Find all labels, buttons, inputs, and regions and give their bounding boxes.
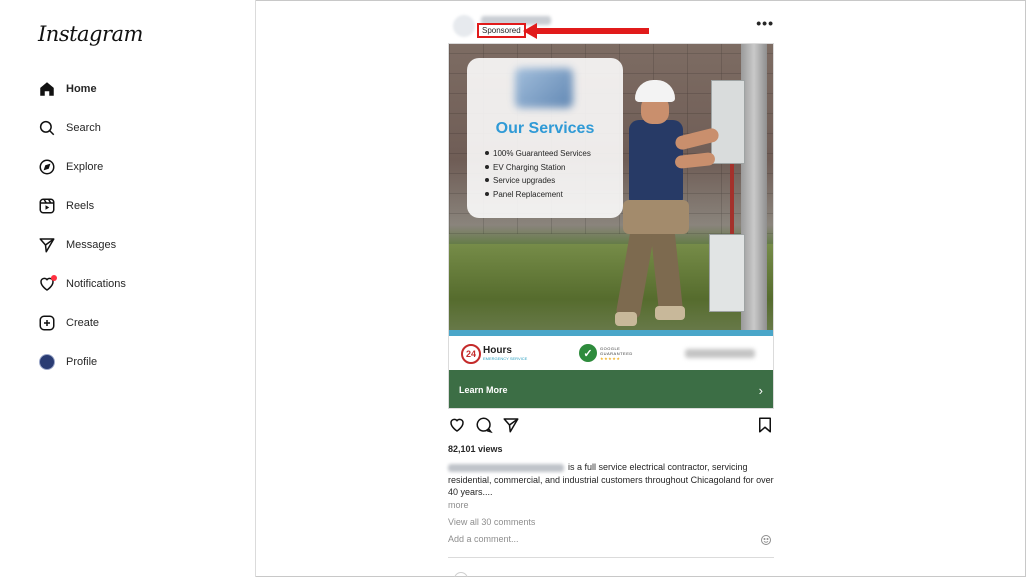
post-author-avatar[interactable]: [453, 15, 475, 37]
avatar: [38, 353, 56, 371]
hours-number: 24: [461, 344, 481, 364]
share-button[interactable]: [501, 415, 521, 435]
comment-icon: [476, 417, 493, 434]
post-header: Sponsored •••: [447, 12, 774, 39]
paper-plane-icon: [38, 236, 56, 254]
home-icon: [38, 80, 56, 98]
company-logo: [515, 68, 573, 108]
like-button[interactable]: [447, 415, 467, 435]
hours-sub: EMERGENCY SERVICE: [483, 356, 528, 361]
post-actions: [447, 415, 774, 437]
services-list: 100% Guaranteed Services EV Charging Sta…: [485, 147, 591, 201]
save-button[interactable]: [755, 415, 775, 435]
sidebar-item-explore[interactable]: Explore: [38, 155, 103, 179]
service-item: EV Charging Station: [485, 161, 591, 175]
sidebar-item-label: Home: [66, 83, 97, 95]
hours-label: Hours: [483, 345, 512, 356]
checkmark-icon: ✓: [579, 344, 597, 362]
sidebar-item-label: Reels: [66, 200, 95, 212]
heart-icon: [450, 418, 464, 432]
sponsored-label: Sponsored: [477, 23, 526, 38]
post-media[interactable]: Our Services 100% Guaranteed Services EV…: [448, 43, 774, 409]
learn-more-label: Learn More: [459, 385, 508, 395]
ad-photo: Our Services 100% Guaranteed Services EV…: [449, 44, 773, 336]
sidebar-item-notifications[interactable]: Notifications: [38, 272, 126, 296]
sidebar-item-label: Messages: [66, 239, 117, 251]
sidebar-item-profile[interactable]: Profile: [38, 350, 97, 374]
service-item: Panel Replacement: [485, 188, 591, 202]
post-divider: [448, 557, 774, 558]
reels-icon: [38, 197, 56, 215]
sidebar-item-create[interactable]: Create: [38, 311, 99, 335]
comment-button[interactable]: [474, 415, 494, 435]
sidebar-item-search[interactable]: Search: [38, 116, 101, 140]
sidebar-item-label: Profile: [66, 356, 98, 368]
learn-more-button[interactable]: Learn More ›: [449, 370, 773, 408]
sidebar-item-label: Create: [66, 317, 100, 329]
views-count: 82,101 views: [448, 444, 503, 454]
post-caption: is a full service electrical contractor,…: [448, 461, 774, 499]
sidebar-item-messages[interactable]: Messages: [38, 233, 116, 257]
sidebar-item-label: Search: [66, 122, 101, 134]
search-icon: [38, 119, 56, 137]
service-item: Service upgrades: [485, 174, 591, 188]
annotation-arrow-icon: [523, 23, 649, 39]
more-options-icon[interactable]: •••: [756, 15, 774, 31]
sidebar-item-home[interactable]: Home: [38, 77, 97, 101]
ad-badges-bar: 24 Hours EMERGENCY SERVICE ✓ GOOGLE GUAR…: [449, 336, 773, 370]
sidebar-item-reels[interactable]: Reels: [38, 194, 94, 218]
service-item: 100% Guaranteed Services: [485, 147, 591, 161]
hours-badge: 24 Hours EMERGENCY SERVICE: [461, 344, 527, 364]
emoji-icon[interactable]: [760, 533, 772, 545]
services-card: Our Services 100% Guaranteed Services EV…: [467, 58, 623, 218]
more-link[interactable]: more: [448, 500, 469, 510]
instagram-logo[interactable]: Instagram: [38, 22, 143, 46]
notification-dot: [51, 275, 57, 281]
heart-icon: [38, 275, 57, 293]
google-guaranteed-badge: ✓ GOOGLE GUARANTEED ★★★★★: [579, 344, 633, 362]
sidebar: Instagram Home Search Explore Reels Mess…: [0, 0, 256, 577]
chevron-right-icon: ›: [758, 382, 763, 398]
services-title: Our Services: [495, 120, 595, 137]
bookmark-icon: [759, 417, 771, 433]
add-comment-input[interactable]: Add a comment...: [448, 534, 774, 548]
view-comments-link[interactable]: View all 30 comments: [448, 517, 535, 527]
compass-icon: [38, 158, 56, 176]
sidebar-item-label: Notifications: [66, 278, 126, 290]
plus-square-icon: [38, 314, 56, 332]
paper-plane-icon: [503, 418, 519, 433]
sidebar-item-label: Explore: [66, 161, 104, 173]
phone-number: [685, 349, 755, 358]
caption-username[interactable]: [448, 463, 564, 472]
